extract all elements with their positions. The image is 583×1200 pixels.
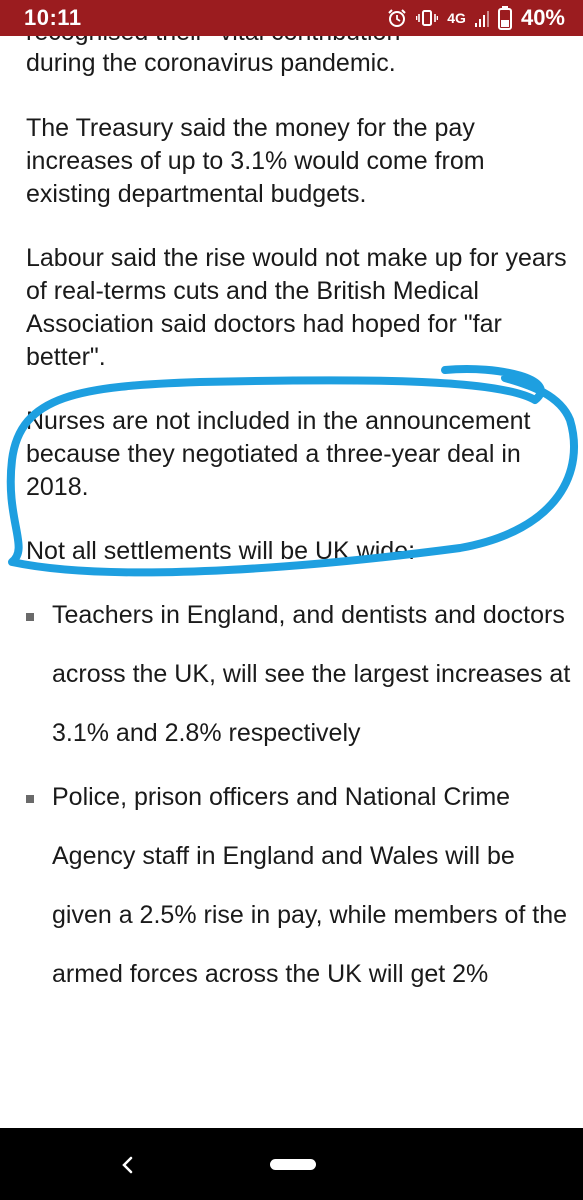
square-bullet-icon [26, 613, 34, 621]
network-label: 4G [447, 10, 466, 26]
signal-icon [474, 9, 489, 27]
paragraph-treasury: The Treasury said the money for the pay … [26, 114, 485, 208]
paragraph-pandemic: during the coronavirus pandemic. [26, 49, 396, 77]
paragraph-nurses: Nurses are not included in the announcem… [26, 407, 531, 501]
battery-icon [497, 6, 512, 30]
list-item-text: Teachers in England, and dentists and do… [52, 601, 571, 747]
status-icons: 4G 40% [387, 4, 565, 32]
navigation-bar [0, 1128, 583, 1200]
alarm-icon [387, 8, 407, 28]
battery-percent: 40% [520, 5, 565, 30]
status-bar: 10:11 4G 40% [0, 0, 583, 36]
vibrate-icon [416, 8, 439, 28]
settlement-list: Teachers in England, and dentists and do… [26, 586, 571, 1009]
paragraph-settlements: Not all settlements will be UK wide: [26, 537, 416, 565]
back-icon[interactable] [112, 1150, 142, 1180]
status-time: 10:11 [24, 5, 82, 30]
paragraph-labour: Labour said the rise would not make up f… [26, 244, 567, 371]
list-item: Police, prison officers and National Cri… [26, 768, 571, 1004]
list-item-text: Police, prison officers and National Cri… [52, 783, 568, 988]
square-bullet-icon [26, 795, 34, 803]
list-item: Teachers in England, and dentists and do… [26, 586, 571, 763]
home-pill-icon[interactable] [270, 1159, 316, 1170]
screen: 10:11 4G 40% during the coronavirus pand… [0, 0, 583, 1200]
